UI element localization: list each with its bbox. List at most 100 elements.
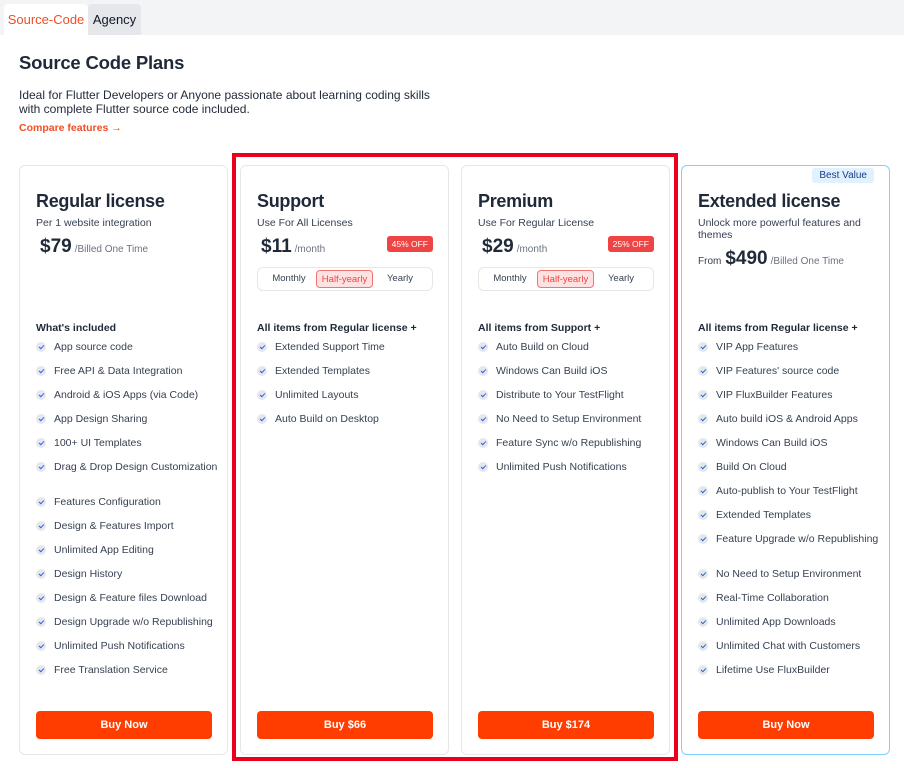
main-content: Source Code Plans Ideal for Flutter Deve…	[0, 35, 904, 768]
plan-name: Regular license	[36, 191, 165, 211]
buy-support-button[interactable]: Buy $66	[257, 711, 433, 739]
feature-label: Design Upgrade w/o Republishing	[54, 616, 213, 628]
period-monthly[interactable]: Monthly	[484, 270, 536, 288]
feature-item: Extended Templates	[257, 365, 442, 389]
feature-item: Auto Build on Cloud	[478, 341, 663, 365]
plan-name: Extended license	[698, 191, 841, 211]
feature-label: No Need to Setup Environment	[716, 568, 862, 580]
feature-label: Windows Can Build iOS	[716, 437, 828, 449]
feature-item: 100+ UI Templates	[36, 437, 221, 461]
check-icon	[698, 414, 708, 424]
feature-item: Unlimited App Editing	[36, 544, 221, 568]
check-icon	[36, 390, 46, 400]
price-unit: /month	[294, 244, 326, 255]
feature-label: Unlimited App Editing	[54, 544, 154, 556]
feature-label: Extended Templates	[716, 509, 811, 521]
plan-price: $490	[725, 248, 768, 269]
check-icon	[698, 593, 708, 603]
feature-label: Design & Features Import	[54, 520, 174, 532]
feature-label: Auto Build on Cloud	[496, 341, 589, 353]
period-half-yearly[interactable]: Half-yearly	[316, 270, 373, 288]
page-title: Source Code Plans	[19, 52, 185, 73]
feature-item: Feature Upgrade w/o Republishing	[698, 533, 883, 568]
feature-label: Unlimited Push Notifications	[54, 640, 185, 652]
check-icon	[257, 414, 267, 424]
plan-price: $29	[482, 236, 514, 257]
feature-label: Windows Can Build iOS	[496, 365, 608, 377]
feature-label: Features Configuration	[54, 496, 161, 508]
period-half-yearly[interactable]: Half-yearly	[537, 270, 594, 288]
check-icon	[36, 569, 46, 579]
check-icon	[36, 342, 46, 352]
plan-card-support: Support Use For All Licenses $11 /month …	[240, 165, 449, 755]
check-icon	[698, 569, 708, 579]
feature-item: Unlimited App Downloads	[698, 616, 883, 640]
feature-item: Design History	[36, 568, 221, 592]
feature-item: Unlimited Push Notifications	[478, 461, 663, 485]
check-icon	[478, 390, 488, 400]
check-icon	[36, 521, 46, 531]
check-icon	[698, 462, 708, 472]
plan-price: $79	[40, 236, 72, 257]
billing-period-selector: Monthly Half-yearly Yearly	[257, 267, 433, 291]
period-yearly[interactable]: Yearly	[595, 270, 647, 288]
period-monthly[interactable]: Monthly	[263, 270, 315, 288]
feature-label: Feature Upgrade w/o Republishing	[716, 533, 879, 545]
tab-agency[interactable]: Agency	[88, 4, 141, 35]
buy-now-button[interactable]: Buy Now	[698, 711, 874, 739]
tab-bar: Source-Code Agency	[0, 0, 904, 35]
period-yearly[interactable]: Yearly	[374, 270, 426, 288]
feature-list: VIP App Features VIP Features' source cod…	[698, 341, 883, 688]
plan-card-extended: Best Value Extended license Unlock more …	[681, 165, 890, 755]
plan-card-premium: Premium Use For Regular License $29 /mon…	[461, 165, 670, 755]
feature-label: Auto-publish to Your TestFlight	[716, 485, 858, 497]
check-icon	[36, 593, 46, 603]
feature-label: Unlimited Chat with Customers	[716, 640, 861, 652]
buy-premium-button[interactable]: Buy $174	[478, 711, 654, 739]
check-icon	[36, 497, 46, 507]
buy-now-button[interactable]: Buy Now	[36, 711, 212, 739]
page-description: Ideal for Flutter Developers or Anyone p…	[19, 88, 430, 116]
discount-badge: 45% OFF	[386, 236, 433, 252]
feature-item: Feature Sync w/o Republishing	[478, 437, 663, 461]
check-icon	[257, 342, 267, 352]
feature-item: Windows Can Build iOS	[698, 437, 883, 461]
compare-features-label: Compare features	[19, 122, 109, 134]
best-value-badge: Best Value	[812, 168, 874, 183]
check-icon	[698, 390, 708, 400]
feature-label: 100+ UI Templates	[54, 437, 142, 449]
check-icon	[698, 342, 708, 352]
feature-item: Auto Build on Desktop	[257, 413, 442, 437]
check-icon	[698, 665, 708, 675]
feature-label: VIP FluxBuilder Features	[716, 389, 833, 401]
feature-item: VIP Features' source code	[698, 365, 883, 389]
feature-label: Extended Templates	[275, 365, 370, 377]
check-icon	[36, 665, 46, 675]
compare-features-link[interactable]: Compare features →	[19, 122, 122, 134]
discount-badge: 25% OFF	[607, 236, 654, 252]
plan-name: Premium	[478, 191, 553, 211]
feature-label: Feature Sync w/o Republishing	[496, 437, 642, 449]
tab-source-code[interactable]: Source-Code	[4, 4, 88, 35]
feature-item: Unlimited Chat with Customers	[698, 640, 883, 664]
feature-item: Free API & Data Integration	[36, 365, 221, 389]
check-icon	[478, 438, 488, 448]
feature-item: No Need to Setup Environment	[698, 568, 883, 592]
feature-label: Auto build iOS & Android Apps	[716, 413, 858, 425]
check-icon	[36, 462, 46, 472]
feature-item: Lifetime Use FluxBuilder	[698, 664, 883, 688]
feature-label: Free Translation Service	[54, 664, 168, 676]
feature-label: Auto Build on Desktop	[275, 413, 379, 425]
plan-subtitle: Per 1 website integration	[36, 217, 152, 229]
check-icon	[478, 342, 488, 352]
plan-subtitle: Unlock more powerful features and themes	[698, 217, 861, 241]
arrow-right-icon: →	[111, 122, 122, 134]
feature-label: Design & Feature files Download	[54, 592, 207, 604]
check-icon	[698, 617, 708, 627]
feature-label: Android & iOS Apps (via Code)	[54, 389, 199, 401]
price-row: From $490 /Billed One Time	[698, 248, 844, 270]
features-heading: What's included	[36, 322, 117, 334]
check-icon	[698, 641, 708, 651]
check-icon	[257, 366, 267, 376]
price-unit: /month	[516, 244, 548, 255]
